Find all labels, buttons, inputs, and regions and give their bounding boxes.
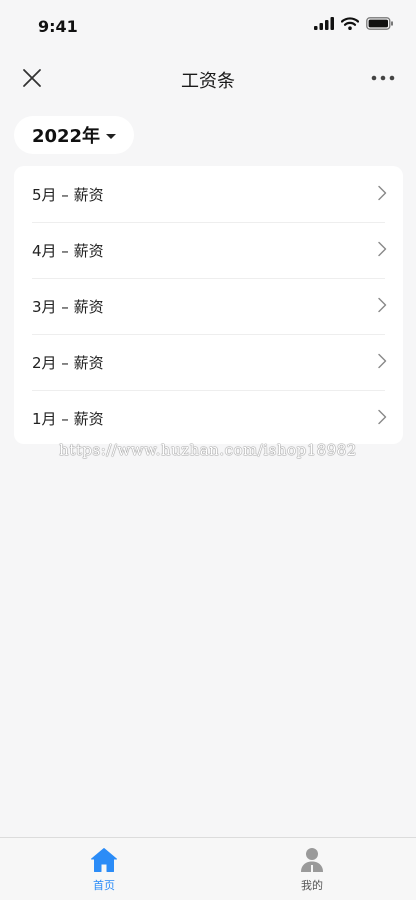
tab-mine-label: 我的 [301, 879, 323, 892]
home-icon [91, 848, 117, 872]
nav-bar: 工资条 [0, 52, 416, 104]
salary-item-may[interactable]: 5月 – 薪资 [14, 166, 403, 222]
wifi-icon [341, 17, 359, 30]
year-label: 2022年 [31, 126, 101, 147]
chevron-right-icon [378, 409, 387, 425]
caret-down-icon [106, 133, 117, 139]
screen: 9:41 工资条 2022年 5月 – 薪资 4月 – 薪资 3月 – 薪资 2… [0, 0, 416, 900]
tab-home-label: 首页 [93, 879, 115, 892]
salary-item-label: 3月 – 薪资 [32, 298, 104, 316]
salary-item-february[interactable]: 2月 – 薪资 [14, 334, 403, 390]
salary-item-april[interactable]: 4月 – 薪资 [14, 222, 403, 278]
battery-icon [366, 17, 393, 30]
watermark: https://www.huzhan.com/ishop18982 [59, 441, 357, 459]
chevron-right-icon [378, 241, 387, 257]
chevron-right-icon [378, 185, 387, 201]
status-time: 9:41 [38, 17, 78, 36]
chevron-right-icon [378, 297, 387, 313]
salary-item-january[interactable]: 1月 – 薪资 [14, 390, 403, 446]
chevron-right-icon [378, 353, 387, 369]
salary-item-label: 5月 – 薪资 [32, 186, 104, 204]
user-icon [301, 848, 323, 872]
salary-item-march[interactable]: 3月 – 薪资 [14, 278, 403, 334]
tab-mine[interactable]: 我的 [252, 846, 372, 896]
page-title: 工资条 [181, 71, 235, 92]
salary-item-label: 1月 – 薪资 [32, 410, 104, 428]
status-icons [314, 17, 394, 30]
year-selector[interactable]: 2022年 [14, 116, 134, 154]
salary-item-label: 4月 – 薪资 [32, 242, 104, 260]
signal-icon [314, 17, 334, 30]
salary-item-label: 2月 – 薪资 [32, 354, 104, 372]
salary-list: 5月 – 薪资 4月 – 薪资 3月 – 薪资 2月 – 薪资 1月 – 薪资 [14, 166, 403, 444]
tab-bar: 首页 我的 [0, 837, 416, 900]
tab-home[interactable]: 首页 [44, 846, 164, 896]
status-bar: 9:41 [0, 0, 416, 52]
more-icon[interactable] [370, 66, 396, 90]
